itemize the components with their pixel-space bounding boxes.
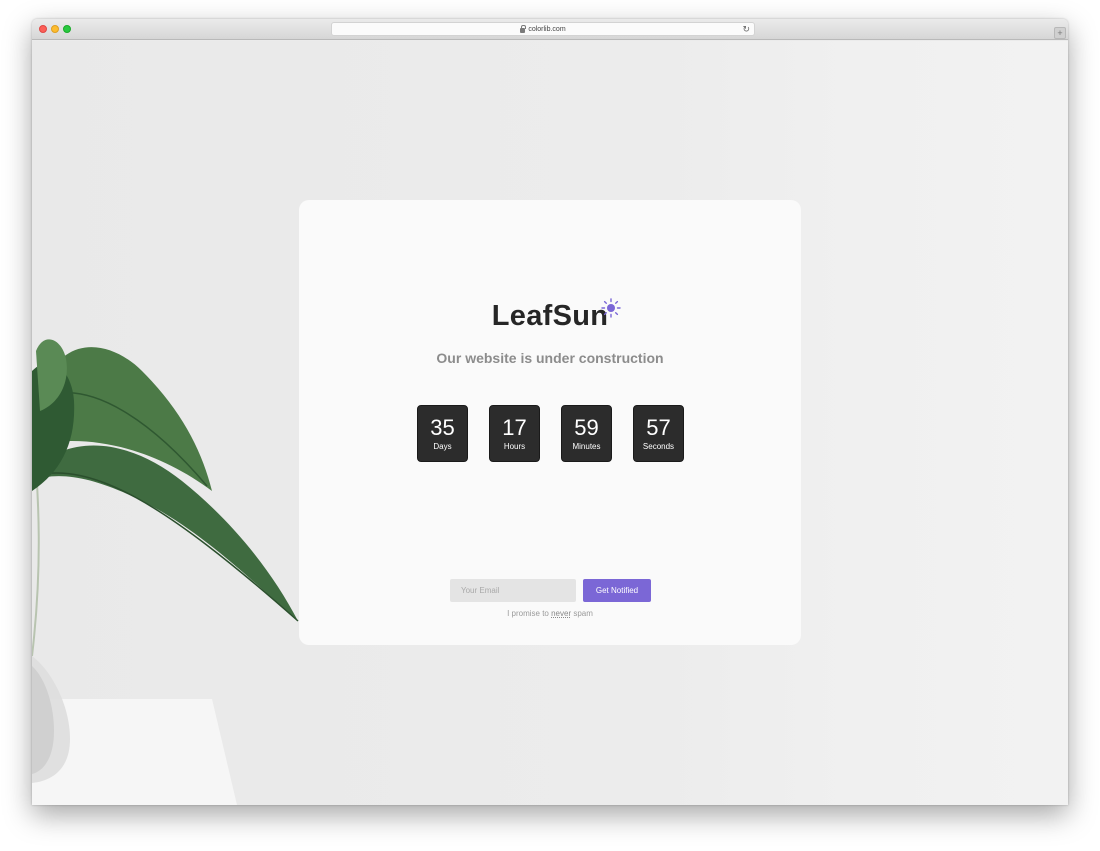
minimize-window-button[interactable]: [51, 25, 59, 33]
countdown-days: 35 Days: [417, 405, 468, 462]
subscribe-form: Get Notified: [450, 579, 651, 602]
countdown-timer: 35 Days 17 Hours 59 Minutes 57 Seconds: [417, 405, 684, 462]
plant-illustration: [32, 339, 299, 783]
countdown-label: Hours: [503, 442, 526, 451]
reload-icon[interactable]: ↻: [742, 24, 750, 35]
get-notified-button[interactable]: Get Notified: [583, 579, 651, 602]
countdown-value: 35: [430, 415, 455, 440]
countdown-seconds: 57 Seconds: [633, 405, 684, 462]
page-viewport: LeafSun Our website is under constructio…: [32, 41, 1068, 805]
email-input[interactable]: [450, 579, 576, 602]
construction-card: LeafSun Our website is under constructio…: [299, 200, 801, 645]
spam-promise-text: I promise to never spam: [299, 609, 801, 618]
countdown-value: 17: [502, 415, 527, 440]
countdown-label: Days: [433, 442, 452, 451]
new-tab-icon[interactable]: +: [1054, 27, 1066, 39]
promise-text-emphasis: never: [551, 609, 572, 618]
tagline: Our website is under construction: [436, 350, 664, 366]
browser-titlebar: colorlib.com ↻ +: [32, 19, 1068, 40]
countdown-value: 57: [646, 415, 671, 440]
url-text: colorlib.com: [528, 25, 566, 33]
brand-name: LeafSun: [491, 300, 609, 332]
countdown-hours: 17 Hours: [489, 405, 540, 462]
countdown-label: Minutes: [572, 442, 601, 451]
zoom-window-button[interactable]: [63, 25, 71, 33]
countdown-value: 59: [574, 415, 599, 440]
close-window-button[interactable]: [39, 25, 47, 33]
brand-logo: LeafSun: [299, 298, 801, 333]
promise-text-after: spam: [571, 609, 593, 618]
promise-text-before: I promise to: [507, 609, 552, 618]
address-bar[interactable]: colorlib.com ↻: [331, 22, 755, 36]
browser-window: colorlib.com ↻ + LeafSun Our website is …: [32, 19, 1068, 805]
lock-icon: [520, 24, 527, 33]
sun-icon: [601, 298, 621, 318]
countdown-label: Seconds: [642, 442, 675, 451]
countdown-minutes: 59 Minutes: [561, 405, 612, 462]
